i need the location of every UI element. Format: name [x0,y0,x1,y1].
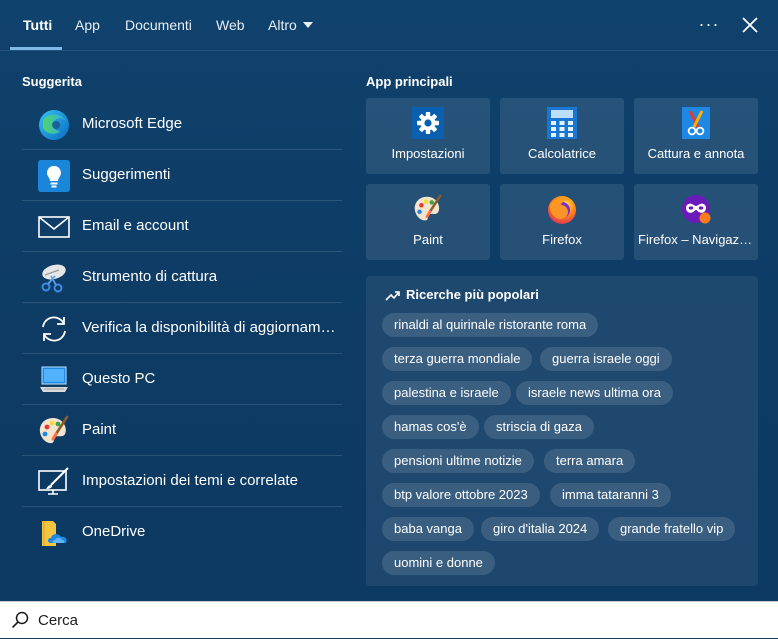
list-item-label: Suggerimenti [82,166,171,183]
search-suggestion-chip[interactable]: terra amara [544,449,636,473]
app-tile-label: Impostazioni [391,146,465,161]
search-suggestion-chip[interactable]: pensioni ultime notizie [382,449,534,473]
list-item[interactable]: Questo PC [22,354,342,405]
filter-tabs: Tutti App Documenti Web Altro ··· [0,0,778,50]
gear-icon [412,107,444,139]
theme-settings-icon [38,467,69,495]
list-item[interactable]: Microsoft Edge [22,99,342,150]
search-suggestion-chip[interactable]: israele news ultima ora [516,381,673,405]
paint-palette-icon [39,415,69,444]
onedrive-icon [42,521,67,546]
search-icon [11,611,29,629]
search-suggestion-chip[interactable]: imma tataranni 3 [550,483,671,507]
app-tile-label: Calcolatrice [528,146,596,161]
search-suggestion-chip[interactable]: striscia di gaza [484,415,594,439]
edge-icon [39,110,69,140]
search-input[interactable]: Cerca [38,602,78,639]
search-box[interactable]: Cerca [0,601,778,638]
list-item-label: Verifica la disponibilità di aggiornamen… [82,319,342,336]
list-item-label: Questo PC [82,370,156,387]
trending-up-icon [385,291,400,301]
tips-icon [38,160,70,192]
app-tile-calculator[interactable]: Calcolatrice [500,98,624,174]
suggested-list: Microsoft Edge Suggerimenti Email e acco… [22,99,342,557]
chevron-down-icon [302,22,313,29]
tab-more[interactable]: Altro [268,0,313,50]
list-item[interactable]: OneDrive [22,507,342,557]
firefox-icon [548,196,576,224]
app-tile-snip-sketch[interactable]: Cattura e annota [634,98,758,174]
tab-more-label: Altro [268,17,297,33]
search-suggestion-chip[interactable]: uomini e donne [382,551,495,575]
snipping-tool-icon [41,264,66,293]
tabs-divider [0,50,778,51]
search-suggestion-chip[interactable]: terza guerra mondiale [382,347,533,371]
tab-apps[interactable]: App [75,0,100,50]
close-icon [742,17,758,33]
popular-searches-panel: Ricerche più popolari rinaldi al quirina… [366,276,758,586]
suggested-title: Suggerita [22,74,82,89]
search-suggestion-chip[interactable]: baba vanga [382,517,474,541]
calculator-icon [547,107,577,139]
list-item[interactable]: Verifica la disponibilità di aggiornamen… [22,303,342,354]
app-tile-label: Firefox [542,232,582,247]
app-tile-label: Cattura e annota [647,146,745,161]
app-tile-paint[interactable]: Paint [366,184,490,260]
close-button[interactable] [738,13,762,37]
list-item[interactable]: Email e account [22,201,342,252]
search-suggestion-chip[interactable]: grande fratello vip [608,517,736,541]
app-tile-label: Firefox – Navigazione anonima [638,232,754,247]
snip-sketch-icon [682,107,710,139]
list-item-label: Email e account [82,217,189,234]
app-tile-settings[interactable]: Impostazioni [366,98,490,174]
more-options-button[interactable]: ··· [698,12,720,36]
list-item-label: Microsoft Edge [82,115,183,132]
list-item[interactable]: Impostazioni dei temi e correlate [22,456,342,507]
search-suggestion-chip[interactable]: hamas cos'è [382,415,479,439]
tab-documents[interactable]: Documenti [125,0,192,50]
search-suggestion-chip[interactable]: giro d'italia 2024 [481,517,600,541]
paint-palette-icon [414,194,442,221]
list-item-label: Impostazioni dei temi e correlate [82,472,298,489]
list-item-label: Strumento di cattura [82,268,218,285]
app-tile-firefox[interactable]: Firefox [500,184,624,260]
search-suggestion-chip[interactable]: palestina e israele [382,381,511,405]
search-suggestion-chip[interactable]: btp valore ottobre 2023 [382,483,540,507]
app-tile-label: Paint [413,232,443,247]
computer-icon [40,366,68,392]
mail-icon [38,216,70,238]
search-suggestion-chip[interactable]: guerra israele oggi [540,347,672,371]
refresh-icon [42,316,66,342]
tab-all[interactable]: Tutti [23,0,52,50]
list-item[interactable]: Paint [22,405,342,456]
firefox-private-icon [682,195,711,224]
popular-searches-title: Ricerche più popolari [406,287,539,302]
list-item[interactable]: Strumento di cattura [22,252,342,303]
list-item-label: OneDrive [82,523,146,540]
list-item[interactable]: Suggerimenti [22,150,342,201]
tab-web[interactable]: Web [216,0,245,50]
top-apps-title: App principali [366,74,453,89]
app-tile-firefox-private[interactable]: Firefox – Navigazione anonima [634,184,758,260]
search-panel: Tutti App Documenti Web Altro ··· Sugger… [0,0,778,601]
search-suggestion-chip[interactable]: rinaldi al quirinale ristorante roma [382,313,599,337]
list-item-label: Paint [82,421,117,438]
